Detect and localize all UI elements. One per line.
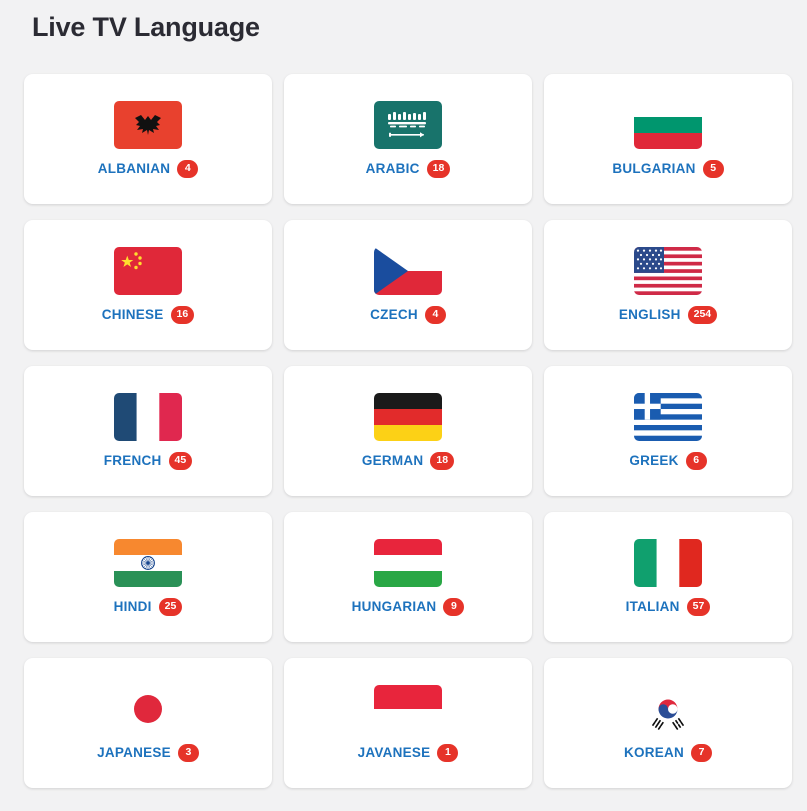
card-label-row: JAPANESE 3 <box>97 743 199 762</box>
language-card[interactable]: ITALIAN 57 <box>544 512 792 642</box>
germany-flag-icon <box>374 392 442 441</box>
india-flag-icon <box>114 538 182 587</box>
japan-flag-icon <box>114 684 182 733</box>
language-card[interactable]: HINDI 25 <box>24 512 272 642</box>
language-name: CHINESE <box>101 307 164 322</box>
language-card[interactable]: ALBANIAN 4 <box>24 74 272 204</box>
flag-wrapper <box>634 246 702 295</box>
flag-wrapper <box>634 538 702 587</box>
flag-wrapper <box>374 246 442 295</box>
channel-count-badge: 3 <box>177 743 199 762</box>
channel-count-badge: 4 <box>177 159 199 178</box>
language-card[interactable]: GERMAN 18 <box>284 366 532 496</box>
flag-wrapper <box>114 100 182 149</box>
china-flag-icon <box>114 246 182 295</box>
card-label-row: ARABIC 18 <box>365 159 451 178</box>
flag-wrapper <box>374 538 442 587</box>
language-name: BULGARIAN <box>612 161 696 176</box>
channel-count-badge: 7 <box>691 743 712 762</box>
channel-count-badge: 4 <box>424 305 446 324</box>
language-name: HUNGARIAN <box>351 599 437 614</box>
flag-wrapper <box>634 100 702 149</box>
flag-wrapper <box>114 246 182 295</box>
card-label-row: FRENCH 45 <box>103 451 193 470</box>
hungary-flag-icon <box>374 538 442 587</box>
language-card[interactable]: ARABIC 18 <box>284 74 532 204</box>
channel-count-badge: 16 <box>170 305 195 324</box>
card-label-row: HINDI 25 <box>113 597 183 616</box>
card-label-row: ITALIAN 57 <box>625 597 711 616</box>
card-label-row: ENGLISH 254 <box>618 305 718 324</box>
card-label-row: BULGARIAN 5 <box>612 159 724 178</box>
united-states-flag-icon <box>634 246 702 295</box>
flag-wrapper <box>114 392 182 441</box>
language-name: ITALIAN <box>625 599 680 614</box>
channel-count-badge: 25 <box>158 597 183 616</box>
language-name: JAVANESE <box>357 745 431 760</box>
channel-count-badge: 6 <box>685 451 707 470</box>
card-label-row: HUNGARIAN 9 <box>351 597 465 616</box>
greece-flag-icon <box>634 392 702 441</box>
france-flag-icon <box>114 392 182 441</box>
card-label-row: ALBANIAN 4 <box>97 159 199 178</box>
language-card[interactable]: FRENCH 45 <box>24 366 272 496</box>
indonesia-flag-icon <box>374 684 442 733</box>
channel-count-badge: 18 <box>426 159 451 178</box>
card-label-row: GREEK 6 <box>629 451 707 470</box>
language-name: CZECH <box>370 307 418 322</box>
language-name: ENGLISH <box>618 307 681 322</box>
language-card[interactable]: GREEK 6 <box>544 366 792 496</box>
saudi-arabia-flag-icon <box>374 100 442 149</box>
flag-wrapper <box>114 538 182 587</box>
albania-flag-icon <box>114 100 182 149</box>
channel-count-badge: 9 <box>443 597 465 616</box>
language-name: JAPANESE <box>97 745 171 760</box>
card-label-row: CHINESE 16 <box>101 305 195 324</box>
flag-wrapper <box>114 684 182 733</box>
language-name: GERMAN <box>361 453 424 468</box>
flag-wrapper <box>374 100 442 149</box>
flag-wrapper <box>374 684 442 733</box>
italy-flag-icon <box>634 538 702 587</box>
south-korea-flag-icon <box>634 684 702 733</box>
card-label-row: JAVANESE 1 <box>357 743 459 762</box>
channel-count-badge: 254 <box>687 305 718 324</box>
flag-wrapper <box>374 392 442 441</box>
language-name: GREEK <box>629 453 679 468</box>
language-card[interactable]: JAVANESE 1 <box>284 658 532 788</box>
bulgaria-flag-icon <box>634 100 702 149</box>
channel-count-badge: 18 <box>430 451 455 470</box>
language-card[interactable]: JAPANESE 3 <box>24 658 272 788</box>
language-card[interactable]: KOREAN 7 <box>544 658 792 788</box>
card-label-row: GERMAN 18 <box>361 451 455 470</box>
language-card[interactable]: HUNGARIAN 9 <box>284 512 532 642</box>
language-name: KOREAN <box>623 745 684 760</box>
czech-republic-flag-icon <box>374 246 442 295</box>
card-label-row: KOREAN 7 <box>623 743 712 762</box>
language-card[interactable]: BULGARIAN 5 <box>544 74 792 204</box>
card-label-row: CZECH 4 <box>370 305 446 324</box>
language-name: ALBANIAN <box>97 161 171 176</box>
language-card[interactable]: CHINESE 16 <box>24 220 272 350</box>
flag-wrapper <box>634 684 702 733</box>
language-name: ARABIC <box>365 161 420 176</box>
language-card[interactable]: CZECH 4 <box>284 220 532 350</box>
page-title: Live TV Language <box>32 12 260 42</box>
language-grid: ALBANIAN 4 ARABIC 18 BULGARIAN 5 CHINESE 16 … <box>0 43 807 788</box>
language-card[interactable]: ENGLISH 254 <box>544 220 792 350</box>
channel-count-badge: 1 <box>437 743 459 762</box>
channel-count-badge: 57 <box>686 597 711 616</box>
channel-count-badge: 5 <box>702 159 724 178</box>
language-name: FRENCH <box>103 453 162 468</box>
channel-count-badge: 45 <box>168 451 193 470</box>
language-name: HINDI <box>113 599 152 614</box>
flag-wrapper <box>634 392 702 441</box>
